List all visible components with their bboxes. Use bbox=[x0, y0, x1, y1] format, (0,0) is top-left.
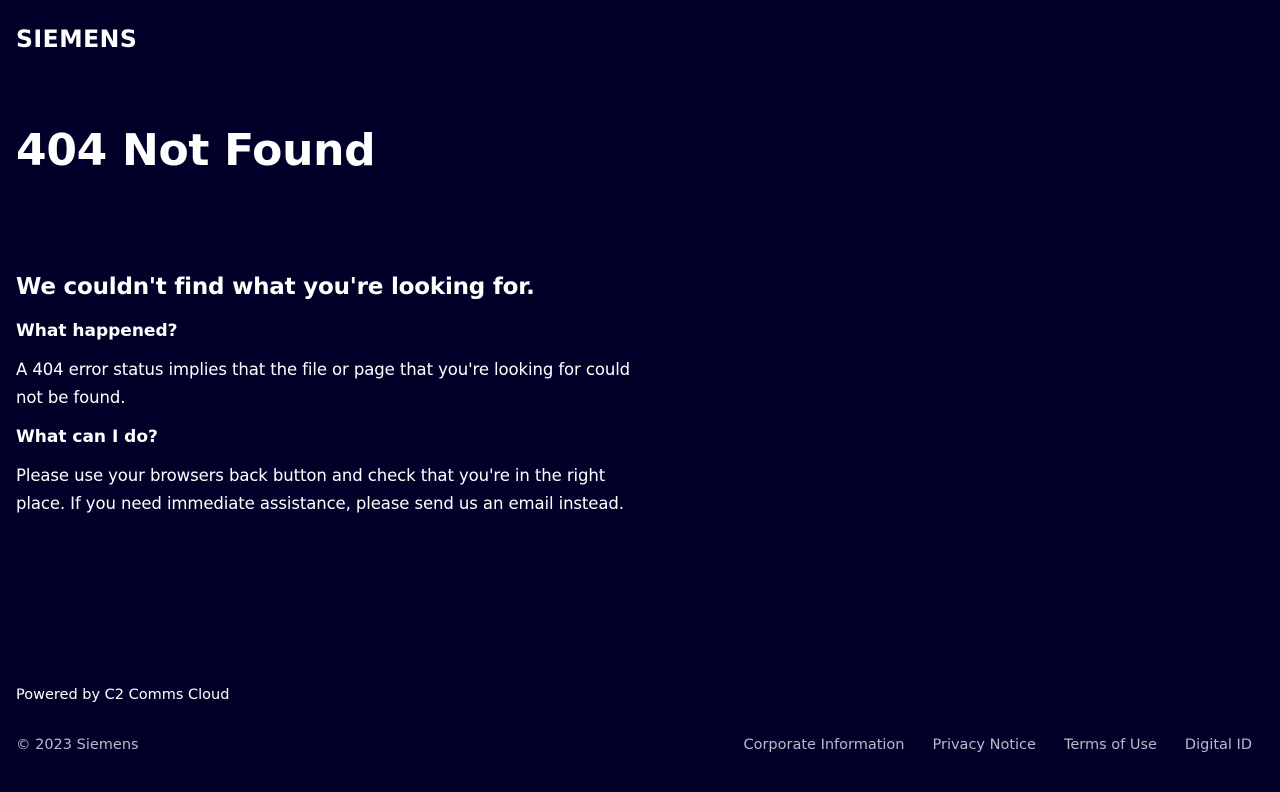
page-title: 404 Not Found bbox=[16, 125, 376, 176]
footer: © 2023 Siemens Corporate Information Pri… bbox=[16, 735, 1252, 755]
copyright-text: © 2023 Siemens bbox=[16, 737, 139, 753]
footer-link-digital-id[interactable]: Digital ID bbox=[1185, 735, 1252, 755]
error-content: We couldn't find what you're looking for… bbox=[16, 271, 656, 532]
powered-by-text: Powered by C2 Comms Cloud bbox=[16, 687, 230, 703]
siemens-logo[interactable]: SIEMENS bbox=[16, 26, 137, 52]
what-happened-text: A 404 error status implies that the file… bbox=[16, 360, 631, 407]
what-can-i-do-heading: What can I do? bbox=[16, 427, 158, 447]
what-happened-heading: What happened? bbox=[16, 321, 178, 341]
footer-link-corporate-information[interactable]: Corporate Information bbox=[743, 735, 904, 755]
footer-links: Corporate Information Privacy Notice Ter… bbox=[743, 735, 1252, 755]
footer-link-privacy-notice[interactable]: Privacy Notice bbox=[933, 735, 1036, 755]
footer-link-terms-of-use[interactable]: Terms of Use bbox=[1064, 735, 1157, 755]
what-can-i-do-text: Please use your browsers back button and… bbox=[16, 466, 624, 513]
error-subtitle: We couldn't find what you're looking for… bbox=[16, 274, 535, 300]
